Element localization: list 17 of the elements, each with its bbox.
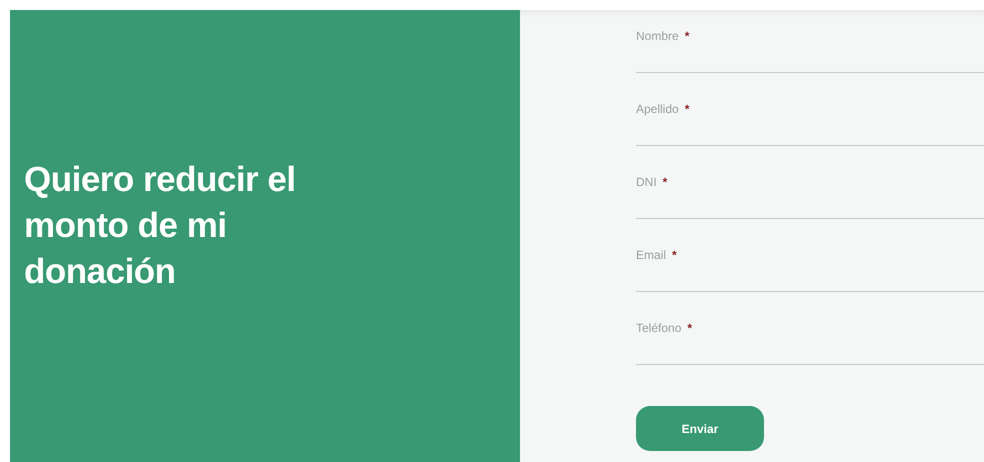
field-label: DNI [636,176,657,188]
submit-button[interactable]: Enviar [636,406,764,451]
required-mark: * [684,30,690,42]
field-label: Nombre [636,30,679,42]
required-mark: * [687,322,692,334]
field-label: Teléfono [636,322,682,334]
input-field[interactable]: Apellido * [636,83,984,146]
input-field[interactable]: Email * [636,229,984,292]
input-field[interactable]: Teléfono * [636,302,984,365]
field-label: Apellido [636,103,679,115]
required-mark: * [684,103,690,115]
field-label: Email [636,249,666,261]
required-mark: * [662,176,668,188]
input-field[interactable]: Nombre * [636,10,984,73]
required-mark: * [672,249,677,261]
input-field[interactable]: DNI * [636,156,984,219]
hero-title: Quiero reducir el monto de mi donación [24,159,297,293]
